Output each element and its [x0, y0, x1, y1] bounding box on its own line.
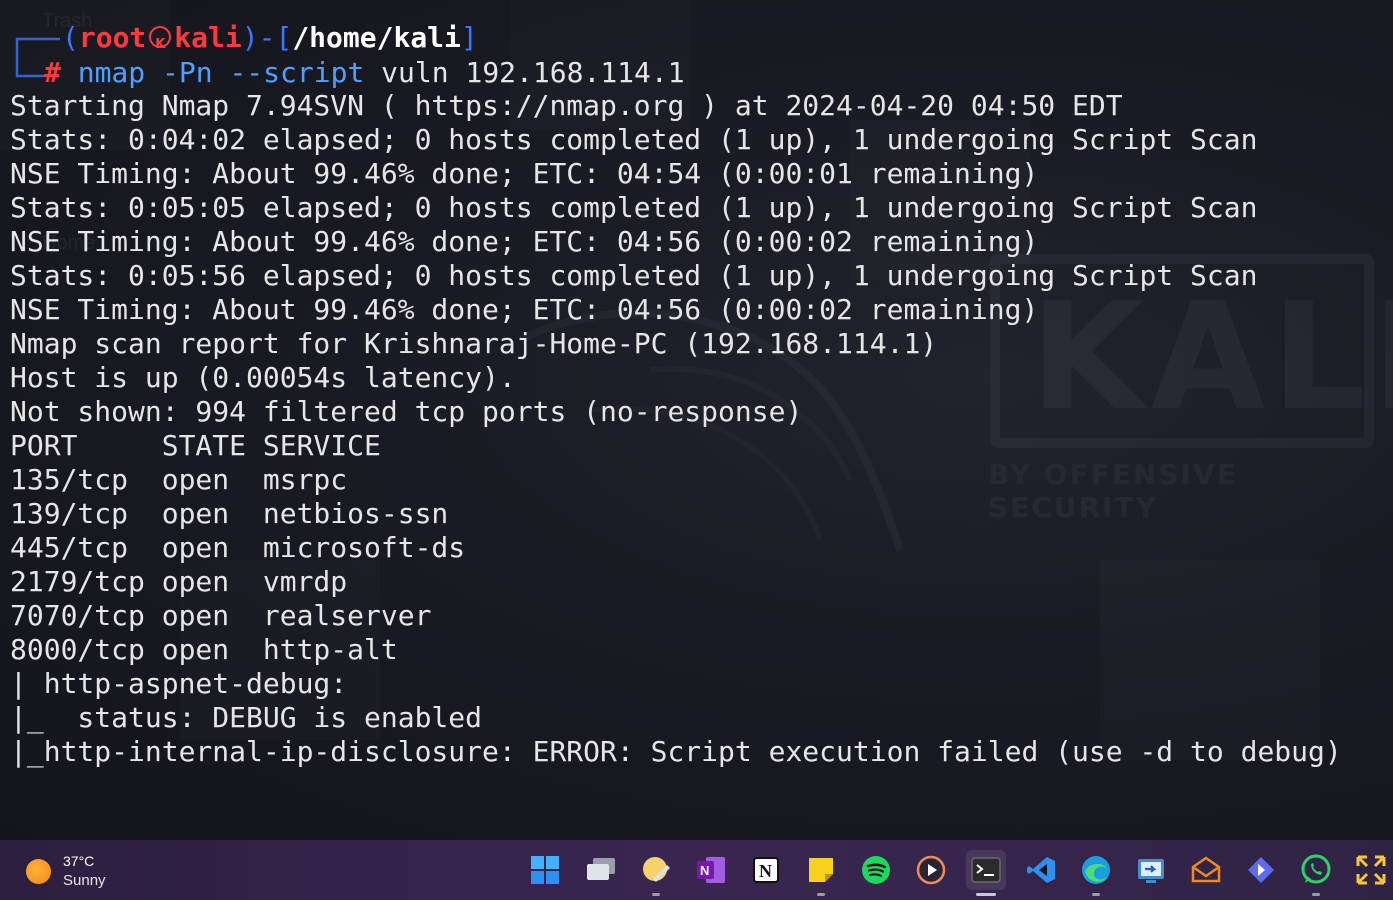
output-line: Not shown: 994 filtered tcp ports (no-re…: [10, 395, 803, 428]
output-line: NSE Timing: About 99.46% done; ETC: 04:5…: [10, 293, 1039, 326]
edge-icon: [1082, 856, 1110, 884]
task-view-icon: [587, 858, 615, 880]
port-row: 8000/tcp open http-alt: [10, 633, 398, 666]
file-explorer-button[interactable]: [636, 850, 676, 896]
remote-desktop-button[interactable]: [1131, 850, 1171, 890]
start-button[interactable]: [525, 850, 565, 890]
expand-arrows-icon: [1356, 855, 1386, 885]
output-line: Host is up (0.00054s latency).: [10, 361, 516, 394]
sun-icon: [26, 859, 51, 884]
terminal-window[interactable]: (rootkali)-[/home/kali] # nmap -Pn --scr…: [0, 0, 1393, 840]
play-circle-icon: [916, 855, 946, 885]
weather-temperature: 37°C: [63, 853, 95, 869]
port-row: 135/tcp open msrpc: [10, 463, 348, 496]
edge-button[interactable]: [1076, 850, 1116, 896]
prompt-user: root: [78, 21, 147, 54]
port-row: 7070/tcp open realserver: [10, 599, 432, 632]
script-output-line: | http-aspnet-debug:: [10, 667, 348, 700]
running-indicator: [652, 893, 660, 896]
command-name: nmap: [77, 56, 146, 89]
kali-skull-icon: [149, 26, 172, 63]
sticky-notes-button[interactable]: [801, 850, 841, 896]
port-row: 2179/tcp open vmrdp: [10, 565, 348, 598]
prompt-host: kali: [174, 21, 242, 54]
windows-logo-icon: [531, 856, 559, 884]
output-line: Starting Nmap 7.94SVN ( https://nmap.org…: [10, 89, 1123, 122]
onenote-icon: N: [697, 857, 725, 883]
diamond-arrow-icon: [1248, 857, 1274, 883]
media-player-button[interactable]: [911, 850, 951, 890]
remote-desktop-icon: [1138, 859, 1164, 883]
prompt-cwd: /home/kali: [292, 21, 461, 54]
prompt-header: (rootkali)-[/home/kali]: [62, 20, 478, 63]
taskbar: 37°C Sunny N N: [0, 840, 1393, 900]
task-view-button[interactable]: [581, 850, 621, 890]
output-line: NSE Timing: About 99.46% done; ETC: 04:5…: [10, 157, 1039, 190]
prompt-symbol: #: [44, 56, 61, 89]
command-args: vuln 192.168.114.1: [381, 56, 685, 89]
script-output-line: |_ status: DEBUG is enabled: [10, 701, 483, 734]
output-line: Stats: 0:04:02 elapsed; 0 hosts complete…: [10, 123, 1258, 156]
spotify-icon: [862, 856, 890, 884]
port-table-header: PORT STATE SERVICE: [10, 429, 381, 462]
output-line: Stats: 0:05:56 elapsed; 0 hosts complete…: [10, 259, 1258, 292]
running-indicator: [1312, 893, 1320, 896]
notion-icon: N: [753, 857, 779, 883]
terminal-output: Starting Nmap 7.94SVN ( https://nmap.org…: [10, 89, 1342, 769]
sticky-note-icon: [809, 858, 833, 882]
whatsapp-icon: [1301, 854, 1331, 884]
onenote-button[interactable]: N: [691, 850, 731, 890]
svg-text:N: N: [759, 861, 772, 881]
notion-button[interactable]: N: [746, 850, 786, 890]
running-indicator: [1092, 893, 1100, 896]
folder-pencil-icon: [643, 857, 670, 882]
output-line: Stats: 0:05:05 elapsed; 0 hosts complete…: [10, 191, 1258, 224]
command-flags: -Pn --script: [162, 56, 365, 89]
script-output-line: |_http-internal-ip-disclosure: ERROR: Sc…: [10, 735, 1342, 768]
output-line: NSE Timing: About 99.46% done; ETC: 04:5…: [10, 225, 1039, 258]
vscode-button[interactable]: [1021, 850, 1061, 890]
prompt-command-line[interactable]: # nmap -Pn --script vuln 192.168.114.1: [44, 55, 685, 91]
vscode-icon: [1027, 857, 1055, 883]
power-automate-button[interactable]: [1241, 850, 1281, 890]
whatsapp-button[interactable]: [1296, 850, 1336, 896]
snipping-tool-button[interactable]: [1351, 850, 1391, 890]
weather-condition: Sunny: [63, 872, 106, 889]
port-row: 139/tcp open netbios-ssn: [10, 497, 449, 530]
active-indicator: [976, 893, 996, 896]
port-row: 445/tcp open microsoft-ds: [10, 531, 466, 564]
terminal-icon: [971, 857, 1001, 883]
terminal-prompt: (rootkali)-[/home/kali] # nmap -Pn --scr…: [0, 0, 1393, 90]
spotify-button[interactable]: [856, 850, 896, 890]
mail-icon: [1191, 856, 1221, 883]
running-indicator: [817, 893, 825, 896]
mail-button[interactable]: [1186, 850, 1226, 890]
terminal-button[interactable]: [966, 850, 1006, 896]
output-line: Nmap scan report for Krishnaraj-Home-PC …: [10, 327, 938, 360]
svg-text:N: N: [700, 863, 709, 878]
